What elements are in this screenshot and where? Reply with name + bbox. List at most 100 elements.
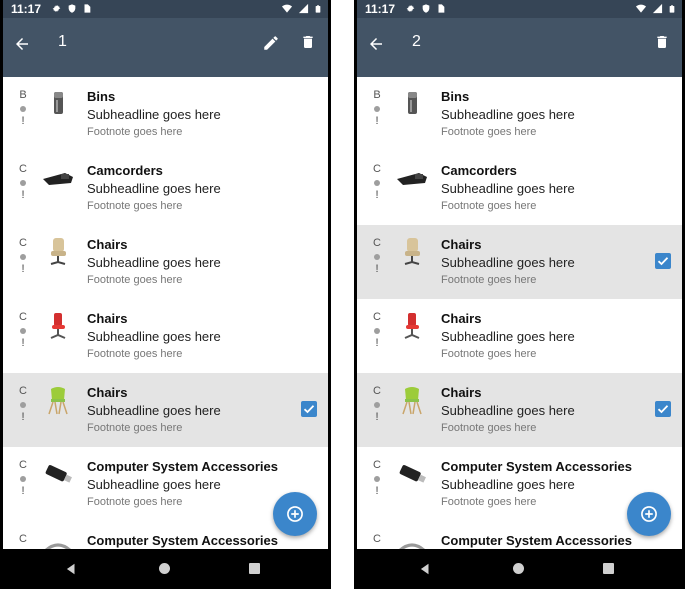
system-nav-bar bbox=[0, 549, 331, 589]
item-title: Computer System Accessories bbox=[441, 533, 632, 548]
status-dot-icon bbox=[374, 328, 380, 334]
priority-mark: ! bbox=[21, 485, 25, 497]
selected-checkbox-icon[interactable] bbox=[301, 401, 317, 417]
item-subheadline: Subheadline goes here bbox=[441, 107, 575, 122]
list-item[interactable]: C ! Camcorders Subheadline goes here Foo… bbox=[3, 151, 328, 225]
edit-pencil-icon[interactable] bbox=[262, 34, 280, 52]
status-dot-icon bbox=[374, 402, 380, 408]
nav-home-icon[interactable] bbox=[513, 563, 524, 574]
status-indicator: C ! bbox=[18, 237, 28, 276]
list-item[interactable]: C ! Chairs Subheadline goes here Footnot… bbox=[357, 299, 682, 373]
status-letter: C bbox=[19, 459, 27, 471]
status-indicator: C ! bbox=[18, 385, 28, 424]
usb-drive-icon bbox=[395, 457, 429, 491]
status-time: 11:17 bbox=[365, 2, 396, 16]
item-title: Computer System Accessories bbox=[87, 459, 278, 474]
status-letter: C bbox=[373, 459, 381, 471]
status-indicator: B ! bbox=[18, 89, 28, 128]
status-letter: C bbox=[19, 385, 27, 397]
item-subheadline: Subheadline goes here bbox=[87, 255, 221, 270]
status-indicator: C ! bbox=[372, 459, 382, 498]
signal-icon bbox=[652, 3, 663, 18]
item-footnote: Footnote goes here bbox=[441, 348, 537, 360]
status-dot-icon bbox=[20, 402, 26, 408]
phone-screen-1: 11:17 1 B ! Bins Subheadline goes here F… bbox=[0, 0, 331, 589]
item-subheadline: Subheadline goes here bbox=[441, 181, 575, 196]
settings-gear-icon bbox=[405, 3, 416, 17]
nav-back-icon[interactable] bbox=[418, 562, 432, 581]
item-footnote: Footnote goes here bbox=[87, 422, 183, 434]
green-chair-icon bbox=[41, 383, 75, 417]
nav-recents-icon[interactable] bbox=[249, 563, 260, 574]
list-item[interactable]: C ! Chairs Subheadline goes here Footnot… bbox=[3, 225, 328, 299]
item-subheadline: Subheadline goes here bbox=[87, 403, 221, 418]
delete-trash-icon[interactable] bbox=[654, 33, 670, 51]
item-title: Chairs bbox=[87, 237, 128, 252]
status-dot-icon bbox=[374, 180, 380, 186]
status-letter: B bbox=[373, 89, 381, 101]
item-subheadline: Subheadline goes here bbox=[441, 329, 575, 344]
delete-trash-icon[interactable] bbox=[300, 33, 316, 51]
item-footnote: Footnote goes here bbox=[87, 126, 183, 138]
sim-card-icon bbox=[82, 3, 92, 17]
status-letter: C bbox=[373, 163, 381, 175]
status-dot-icon bbox=[374, 106, 380, 112]
status-letter: C bbox=[19, 533, 27, 545]
item-title: Chairs bbox=[441, 311, 482, 326]
priority-mark: ! bbox=[21, 189, 25, 201]
battery-icon bbox=[314, 3, 322, 18]
nav-recents-icon[interactable] bbox=[603, 563, 614, 574]
status-indicator: C bbox=[372, 533, 382, 549]
signal-icon bbox=[298, 3, 309, 18]
shield-icon bbox=[67, 3, 77, 17]
system-nav-bar bbox=[354, 549, 685, 589]
add-fab-button[interactable] bbox=[273, 492, 317, 536]
item-list: B ! Bins Subheadline goes here Footnote … bbox=[357, 77, 682, 549]
settings-gear-icon bbox=[51, 3, 62, 17]
selected-checkbox-icon[interactable] bbox=[655, 253, 671, 269]
list-item[interactable]: C ! Chairs Subheadline goes here Footnot… bbox=[357, 373, 682, 447]
camcorder-icon bbox=[395, 161, 429, 195]
item-title: Chairs bbox=[441, 385, 482, 400]
item-subheadline: Subheadline goes here bbox=[87, 181, 221, 196]
item-subheadline: Subheadline goes here bbox=[441, 403, 575, 418]
list-item[interactable]: C ! Chairs Subheadline goes here Footnot… bbox=[3, 299, 328, 373]
list-item[interactable]: B ! Bins Subheadline goes here Footnote … bbox=[357, 77, 682, 151]
nav-home-icon[interactable] bbox=[159, 563, 170, 574]
item-title: Bins bbox=[87, 89, 116, 104]
status-indicator: B ! bbox=[372, 89, 382, 128]
wifi-icon bbox=[635, 3, 647, 18]
item-title: Camcorders bbox=[87, 163, 163, 178]
list-item[interactable]: C ! Chairs Subheadline goes here Footnot… bbox=[357, 225, 682, 299]
item-subheadline: Subheadline goes here bbox=[87, 329, 221, 344]
selected-checkbox-icon[interactable] bbox=[655, 401, 671, 417]
item-footnote: Footnote goes here bbox=[441, 200, 537, 212]
sim-card-icon bbox=[436, 3, 446, 17]
add-fab-button[interactable] bbox=[627, 492, 671, 536]
list-item[interactable]: C ! Camcorders Subheadline goes here Foo… bbox=[357, 151, 682, 225]
status-letter: C bbox=[19, 163, 27, 175]
back-arrow-icon[interactable] bbox=[367, 35, 385, 53]
item-footnote: Footnote goes here bbox=[441, 422, 537, 434]
selection-count: 2 bbox=[412, 33, 421, 50]
status-indicator: C ! bbox=[372, 385, 382, 424]
status-indicator: C ! bbox=[18, 311, 28, 350]
cable-icon bbox=[395, 531, 429, 549]
item-title: Computer System Accessories bbox=[87, 533, 278, 548]
nav-back-icon[interactable] bbox=[64, 562, 78, 581]
status-letter: B bbox=[19, 89, 27, 101]
status-indicator: C ! bbox=[372, 311, 382, 350]
back-arrow-icon[interactable] bbox=[13, 35, 31, 53]
status-dot-icon bbox=[20, 254, 26, 260]
list-item[interactable]: C ! Chairs Subheadline goes here Footnot… bbox=[3, 373, 328, 447]
priority-mark: ! bbox=[375, 337, 379, 349]
priority-mark: ! bbox=[375, 263, 379, 275]
status-dot-icon bbox=[374, 254, 380, 260]
priority-mark: ! bbox=[375, 485, 379, 497]
bin-icon bbox=[395, 87, 429, 121]
add-circle-icon bbox=[639, 504, 659, 529]
item-title: Chairs bbox=[87, 311, 128, 326]
list-item[interactable]: B ! Bins Subheadline goes here Footnote … bbox=[3, 77, 328, 151]
red-chair-icon bbox=[41, 309, 75, 343]
status-dot-icon bbox=[20, 106, 26, 112]
